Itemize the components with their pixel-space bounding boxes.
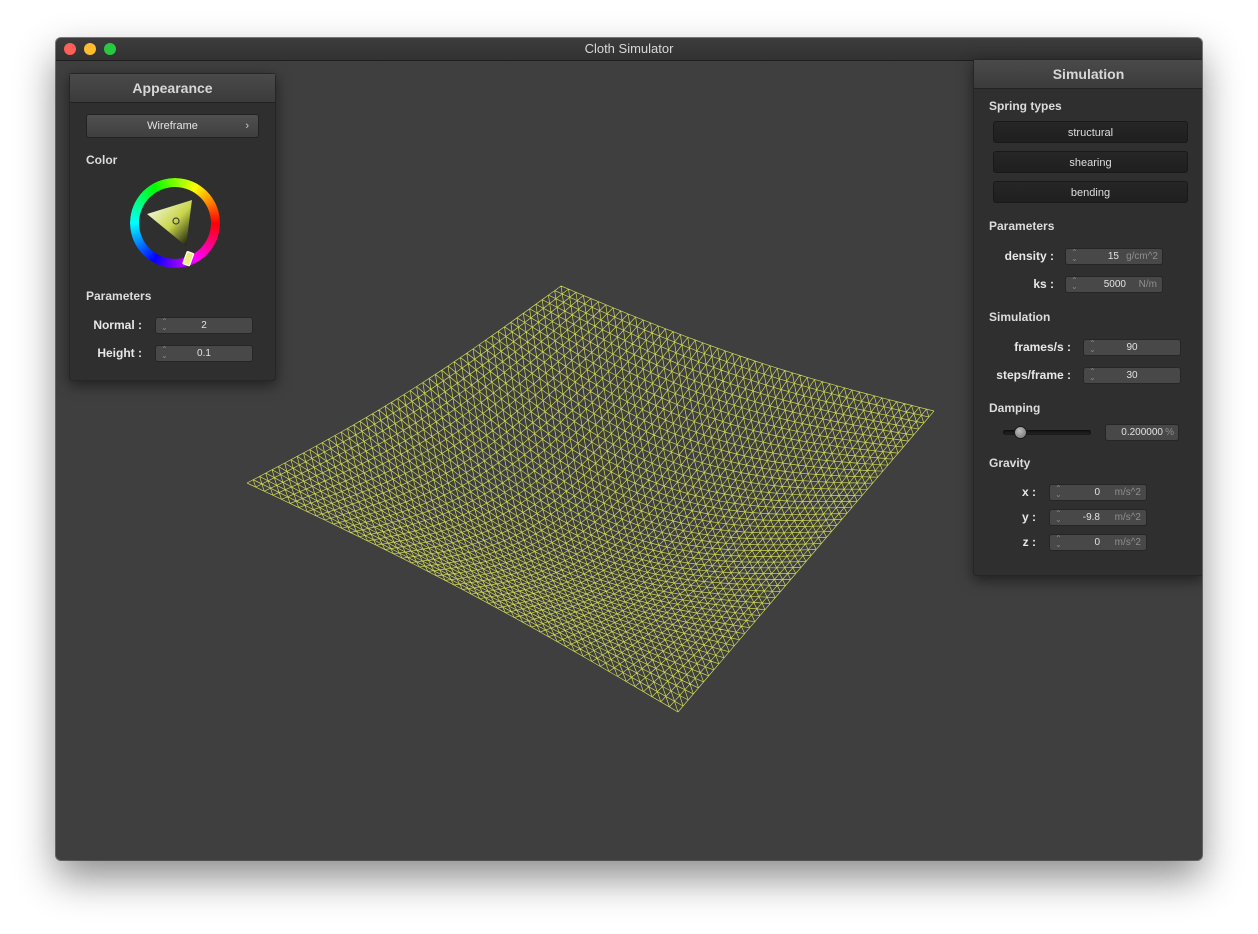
color-label: Color [86,153,118,167]
color-wheel[interactable] [130,178,220,268]
simulation-section-label: Simulation [989,310,1051,324]
structural-button[interactable]: structural [993,121,1188,143]
ks-label: ks : [1033,277,1054,291]
window-title: Cloth Simulator [584,41,674,56]
normal-input[interactable]: ⌃ ⌄ 2 [155,317,253,334]
bending-button[interactable]: bending [993,181,1188,203]
ks-input[interactable]: ⌃ ⌄ 5000 N/m [1065,276,1163,293]
gravity-z-input[interactable]: ⌃ ⌄ 0 m/s^2 [1049,534,1147,551]
stepper-icon[interactable]: ⌃ ⌄ [1071,249,1078,263]
shader-select[interactable]: Wireframe › [86,114,259,138]
stepper-icon[interactable]: ⌃ ⌄ [1071,277,1078,291]
stepper-icon[interactable]: ⌃ ⌄ [1055,485,1062,499]
steps-input[interactable]: ⌃ ⌄ 30 [1083,367,1181,384]
stepper-icon[interactable]: ⌃ ⌄ [1055,510,1062,524]
fps-input[interactable]: ⌃ ⌄ 90 [1083,339,1181,356]
gravity-x-label: x : [1021,485,1036,499]
normal-label: Normal : [93,318,142,332]
fps-label: frames/s : [1014,340,1071,354]
gravity-y-label: y : [1021,510,1036,524]
gravity-y-input[interactable]: ⌃ ⌄ -9.8 m/s^2 [1049,509,1147,526]
gravity-x-input[interactable]: ⌃ ⌄ 0 m/s^2 [1049,484,1147,501]
shearing-button[interactable]: shearing [993,151,1188,173]
height-label: Height : [97,346,142,360]
density-label: density : [1004,249,1054,263]
damping-label: Damping [989,401,1041,415]
shader-select-label: Wireframe [147,120,198,132]
gravity-label: Gravity [989,456,1031,470]
steps-label: steps/frame : [996,368,1071,382]
height-input[interactable]: ⌃ ⌄ 0.1 [155,345,253,362]
color-wheel-icon[interactable] [130,178,220,268]
app-window: Cloth Simulator Appearance Wireframe › C… [56,38,1202,860]
damping-slider-handle[interactable] [1014,426,1028,439]
spring-types-label: Spring types [989,99,1062,113]
title-bar: Cloth Simulator [56,38,1202,61]
appearance-parameters-label: Parameters [86,289,152,303]
damping-input[interactable]: 0.200000 % [1105,424,1179,441]
gravity-z-label: z : [1022,535,1036,549]
cloth-mesh-lines [246,285,935,713]
simulation-panel-header: Simulation [974,60,1202,89]
density-input[interactable]: ⌃ ⌄ 15 g/cm^2 [1065,248,1163,265]
appearance-panel-header: Appearance [70,74,275,103]
stepper-icon[interactable]: ⌃ ⌄ [1055,535,1062,549]
sim-parameters-label: Parameters [989,219,1055,233]
simulation-panel: Simulation Spring types structural shear… [973,59,1202,576]
chevron-right-icon: › [245,120,249,132]
appearance-panel: Appearance Wireframe › Color Parameters … [69,73,276,381]
